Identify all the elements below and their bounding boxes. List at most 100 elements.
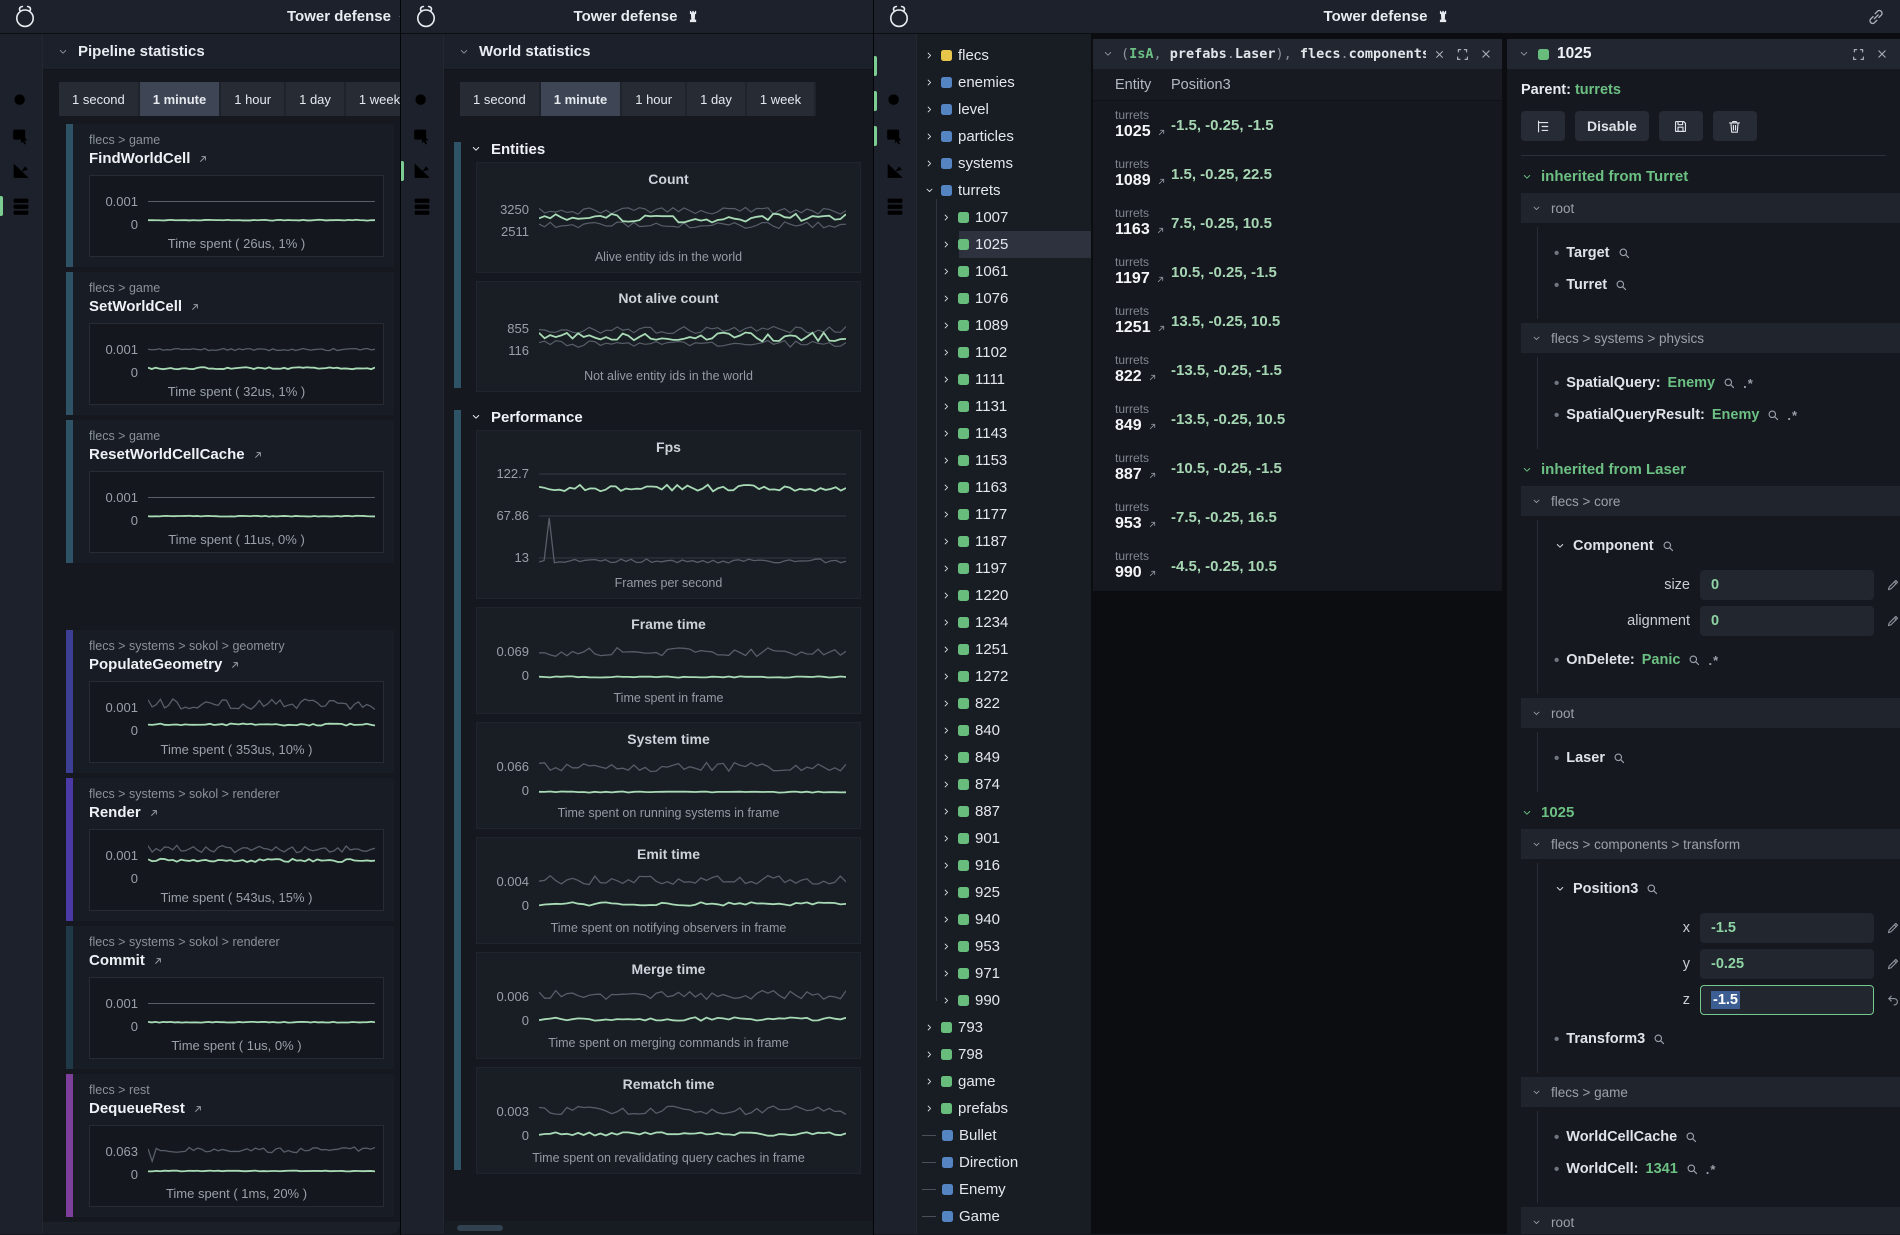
chevron-right-icon[interactable] <box>924 104 935 115</box>
chevron-right-icon[interactable] <box>924 1049 935 1060</box>
component-group-bar[interactable]: root <box>1521 1207 1900 1234</box>
close-icon[interactable] <box>1479 47 1493 61</box>
tree-item-1102[interactable]: 1102 <box>917 339 1091 366</box>
inspector-icon[interactable] <box>411 125 433 147</box>
field-input-y[interactable]: -0.25 <box>1700 949 1874 979</box>
chevron-right-icon[interactable] <box>941 590 952 601</box>
tree-item-925[interactable]: 925 <box>917 879 1091 906</box>
tree-item-1220[interactable]: 1220 <box>917 582 1091 609</box>
external-link-icon[interactable] <box>152 955 164 967</box>
entity-id-link[interactable]: 1163 <box>1115 221 1171 239</box>
field-input-alignment[interactable]: 0 <box>1700 606 1874 636</box>
query-result-row[interactable]: turrets990-4.5, -0.25, 10.5 <box>1093 542 1502 591</box>
query-result-row[interactable]: turrets125113.5, -0.25, 10.5 <box>1093 297 1502 346</box>
tab-1-day[interactable]: 1 day <box>286 82 344 116</box>
field-input-z[interactable]: -1.5 <box>1700 985 1874 1015</box>
system-name[interactable]: Render <box>89 804 384 821</box>
magnifier-icon[interactable] <box>1685 1162 1699 1176</box>
component-group-bar[interactable]: root <box>1521 698 1900 728</box>
system-name[interactable]: SetWorldCell <box>89 298 384 315</box>
scrollbar-thumb[interactable] <box>457 1225 503 1231</box>
tree-item-1187[interactable]: 1187 <box>917 528 1091 555</box>
field-input-size[interactable]: 0 <box>1700 570 1874 600</box>
query-text[interactable]: (IsA, prefabs.Laser), flecs.components <box>1121 46 1426 62</box>
inspector-section-header[interactable]: inherited from Turret <box>1521 168 1900 185</box>
chevron-down-icon[interactable] <box>1102 48 1114 60</box>
horizontal-scrollbar[interactable] <box>445 1221 873 1235</box>
tree-item-953[interactable]: 953 <box>917 933 1091 960</box>
tree-icon[interactable] <box>411 55 433 77</box>
tree-item-1061[interactable]: 1061 <box>917 258 1091 285</box>
chevron-right-icon[interactable] <box>941 482 952 493</box>
tree-item-turrets[interactable]: turrets <box>917 177 1091 204</box>
close-icon[interactable] <box>1875 47 1889 61</box>
magnifier-icon[interactable] <box>1614 278 1628 292</box>
clear-query-icon[interactable] <box>1433 48 1446 61</box>
chevron-right-icon[interactable] <box>941 914 952 925</box>
stats-icon[interactable] <box>411 195 433 217</box>
component-group-bar[interactable]: flecs > core <box>1521 486 1900 516</box>
tree-item-1143[interactable]: 1143 <box>917 420 1091 447</box>
external-link-icon[interactable] <box>148 807 160 819</box>
tree-item-1272[interactable]: 1272 <box>917 663 1091 690</box>
chevron-right-icon[interactable] <box>941 806 952 817</box>
tree-item-Enemy[interactable]: Enemy <box>917 1176 1091 1203</box>
component-group-bar[interactable]: flecs > systems > physics <box>1521 323 1900 353</box>
tree-item-1251[interactable]: 1251 <box>917 636 1091 663</box>
query-result-row[interactable]: turrets849-13.5, -0.25, 10.5 <box>1093 395 1502 444</box>
chevron-down-icon[interactable] <box>1518 48 1530 60</box>
magnifier-icon[interactable] <box>1766 408 1780 422</box>
external-link-icon[interactable] <box>252 449 264 461</box>
magnifier-icon[interactable] <box>1684 1130 1698 1144</box>
chevron-down-icon[interactable] <box>1554 540 1566 552</box>
chevron-right-icon[interactable] <box>941 779 952 790</box>
chevron-right-icon[interactable] <box>924 1022 935 1033</box>
inspector-icon[interactable] <box>10 125 32 147</box>
tree-item-793[interactable]: 793 <box>917 1014 1091 1041</box>
entity-id-link[interactable]: 1025 <box>1115 123 1171 141</box>
fullscreen-icon[interactable] <box>1851 47 1866 62</box>
tree-item-901[interactable]: 901 <box>917 825 1091 852</box>
chevron-right-icon[interactable] <box>941 509 952 520</box>
chevron-right-icon[interactable] <box>941 266 952 277</box>
chevron-right-icon[interactable] <box>924 1076 935 1087</box>
query-result-row[interactable]: turrets119710.5, -0.25, -1.5 <box>1093 248 1502 297</box>
query-result-row[interactable]: turrets887-10.5, -0.25, -1.5 <box>1093 444 1502 493</box>
pipeline-panel-header[interactable]: Pipeline statistics <box>43 34 400 70</box>
link-icon[interactable] <box>1866 7 1886 27</box>
save-button[interactable] <box>1659 111 1703 141</box>
section-header[interactable]: Entities <box>468 138 863 162</box>
chevron-right-icon[interactable] <box>924 158 935 169</box>
system-name[interactable]: DequeueRest <box>89 1100 384 1117</box>
external-link-icon[interactable] <box>1147 372 1158 383</box>
component-group-bar[interactable]: flecs > components > transform <box>1521 829 1900 859</box>
tab-1-minute[interactable]: 1 minute <box>140 82 219 116</box>
system-name[interactable]: ResetWorldCellCache <box>89 446 384 463</box>
chevron-right-icon[interactable] <box>941 968 952 979</box>
field-input-x[interactable]: -1.5 <box>1700 913 1874 943</box>
pencil-icon[interactable] <box>1886 577 1900 593</box>
component-group-bar[interactable]: root <box>1521 193 1900 223</box>
entity-id-link[interactable]: 887 <box>1115 466 1171 484</box>
magnifier-icon[interactable] <box>1722 376 1736 390</box>
magnifier-icon[interactable] <box>1617 246 1631 260</box>
tree-item-887[interactable]: 887 <box>917 798 1091 825</box>
chevron-right-icon[interactable] <box>941 212 952 223</box>
entity-id-link[interactable]: 953 <box>1115 515 1171 533</box>
tab-1-minute[interactable]: 1 minute <box>541 82 620 116</box>
inspector-section-header[interactable]: 1025 <box>1521 804 1900 821</box>
pencil-icon[interactable] <box>1886 956 1900 972</box>
component-group-bar[interactable]: flecs > game <box>1521 1077 1900 1107</box>
external-link-icon[interactable] <box>1156 127 1167 138</box>
external-link-icon[interactable] <box>1156 323 1167 334</box>
tree-item-971[interactable]: 971 <box>917 960 1091 987</box>
external-link-icon[interactable] <box>189 301 201 313</box>
chevron-down-icon[interactable] <box>924 185 935 196</box>
chevron-right-icon[interactable] <box>941 536 952 547</box>
tab-1-week[interactable]: 1 week <box>346 82 400 116</box>
chevron-right-icon[interactable] <box>941 644 952 655</box>
chevron-right-icon[interactable] <box>941 698 952 709</box>
tree-item-940[interactable]: 940 <box>917 906 1091 933</box>
section-header[interactable]: Performance <box>468 406 863 430</box>
tree-item-1177[interactable]: 1177 <box>917 501 1091 528</box>
